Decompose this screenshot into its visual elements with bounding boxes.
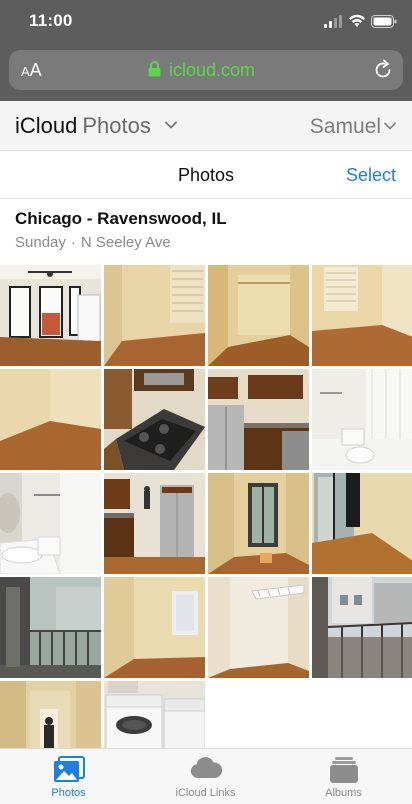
tab-label: Photos — [51, 787, 86, 799]
photo-thumbnail[interactable] — [208, 577, 309, 678]
photo-thumbnail[interactable] — [0, 369, 101, 470]
moment-title[interactable]: Chicago - Ravenswood, IL — [15, 208, 395, 230]
photo-image — [104, 577, 205, 678]
photo-thumbnail[interactable] — [104, 473, 205, 574]
photo-image — [312, 265, 412, 366]
cloud-icon — [190, 757, 222, 778]
albums-icon — [329, 757, 358, 783]
photo-image — [0, 577, 101, 678]
photo-thumbnail[interactable] — [208, 369, 309, 470]
tab-icloud-links[interactable]: iCloud Links — [137, 749, 274, 804]
app-switcher[interactable]: iCloud Photos — [15, 113, 151, 139]
moment-separator: · — [70, 234, 76, 251]
photo-image — [208, 369, 309, 470]
chevron-down-icon[interactable] — [165, 121, 177, 129]
photo-image — [104, 473, 205, 574]
section-name: Photos — [82, 113, 151, 138]
photo-image — [104, 265, 205, 366]
tab-bar: Photos iCloud Links Albums — [0, 748, 412, 804]
photo-image — [312, 473, 412, 574]
photo-thumbnail[interactable] — [0, 265, 101, 366]
photo-image — [208, 265, 309, 366]
photo-thumbnail[interactable] — [208, 265, 309, 366]
photo-thumbnail[interactable] — [104, 265, 205, 366]
photo-thumbnail[interactable] — [312, 473, 412, 574]
wifi-icon — [349, 14, 365, 27]
photo-image — [312, 577, 412, 678]
photos-icon — [53, 756, 85, 782]
photo-thumbnail[interactable] — [0, 473, 101, 574]
battery-icon — [371, 15, 397, 28]
photo-image — [0, 265, 101, 366]
moment-subtitle: Sunday · N Seeley Ave — [15, 234, 395, 252]
browser-chrome: 11:00 AA icloud.com — [0, 0, 412, 101]
photo-thumbnail[interactable] — [104, 577, 205, 678]
photo-image — [208, 473, 309, 574]
app-name: iCloud — [15, 113, 78, 138]
photo-thumbnail[interactable] — [104, 369, 205, 470]
tab-albums[interactable]: Albums — [275, 749, 412, 804]
url-domain[interactable]: icloud.com — [169, 59, 255, 81]
moment-day: Sunday — [15, 234, 66, 251]
cellular-signal-icon — [324, 15, 342, 28]
photo-thumbnail[interactable] — [312, 577, 412, 678]
account-menu[interactable]: Samuel — [310, 114, 381, 140]
moment-header: Chicago - Ravenswood, IL Sunday · N Seeley… — [15, 208, 395, 252]
photo-thumbnail[interactable] — [208, 473, 309, 574]
icloud-header: iCloud Photos Samuel — [0, 101, 412, 151]
reload-icon[interactable] — [372, 59, 394, 81]
status-bar: 11:00 — [0, 0, 412, 44]
tab-photos[interactable]: Photos — [0, 749, 137, 804]
photo-image — [312, 369, 412, 470]
chevron-down-icon[interactable] — [384, 122, 396, 130]
address-bar[interactable]: AA icloud.com — [9, 50, 403, 90]
tab-label: Albums — [325, 787, 362, 799]
photos-toolbar: Photos Select — [0, 151, 412, 199]
lock-icon — [148, 61, 161, 77]
photo-thumbnail[interactable] — [312, 369, 412, 470]
photo-grid — [0, 265, 412, 782]
photo-image — [0, 473, 101, 574]
photo-thumbnail[interactable] — [0, 577, 101, 678]
photo-image — [0, 369, 101, 470]
moment-street[interactable]: N Seeley Ave — [81, 234, 171, 251]
text-size-button[interactable]: AA — [21, 60, 42, 82]
photo-thumbnail[interactable] — [312, 265, 412, 366]
photo-image — [104, 369, 205, 470]
photo-image — [208, 577, 309, 678]
status-time: 11:00 — [29, 11, 73, 30]
tab-label: iCloud Links — [175, 787, 236, 799]
select-button[interactable]: Select — [346, 164, 396, 186]
